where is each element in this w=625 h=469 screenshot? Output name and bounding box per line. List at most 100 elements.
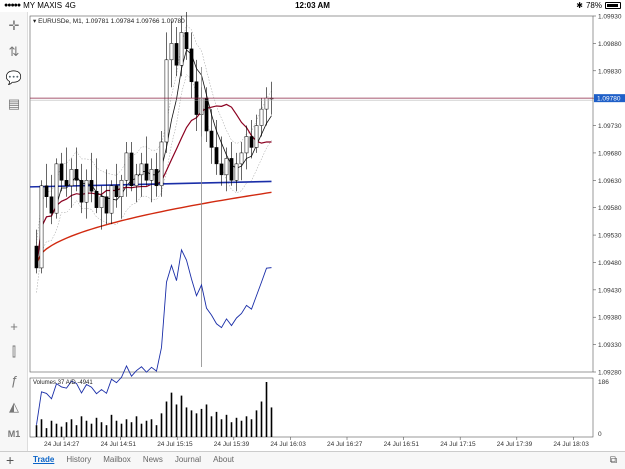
candle-body — [84, 180, 89, 203]
price-tick-label: 1.09380 — [598, 315, 622, 322]
chat-icon[interactable]: 💬 — [4, 69, 24, 87]
chart-header: ▾ EURUSDe, M1, 1.09781 1.09784 1.09766 1… — [33, 18, 185, 25]
tab-news[interactable]: News — [143, 455, 163, 464]
candle-body — [79, 180, 84, 203]
price-tick-label: 1.09680 — [598, 150, 622, 157]
objects-icon[interactable]: ◭ — [4, 398, 24, 416]
candle-body — [209, 130, 214, 148]
current-price-label: 1.09780 — [597, 96, 621, 103]
candle-body — [239, 152, 244, 165]
candle-body — [114, 185, 119, 197]
tab-history[interactable]: History — [66, 455, 91, 464]
tab-journal[interactable]: Journal — [175, 455, 201, 464]
candle-body — [259, 108, 264, 126]
indicator-label: Volumes 37 A/D -4941 — [33, 380, 93, 386]
candle-body — [224, 158, 229, 176]
time-tick-label: 24 Jul 17:39 — [497, 441, 533, 448]
candle-body — [64, 180, 69, 187]
candle-body — [69, 169, 74, 187]
candle-body — [254, 125, 259, 148]
document-icon[interactable]: ▤ — [4, 95, 24, 113]
candle-body — [264, 97, 269, 110]
candle-body — [214, 147, 219, 165]
clock: 12:03 AM — [295, 1, 330, 10]
candle-body — [99, 196, 104, 208]
price-tick-label: 1.09630 — [598, 178, 622, 185]
tab-mailbox[interactable]: Mailbox — [103, 455, 131, 464]
candle-body — [54, 163, 59, 214]
crosshair-tool-icon[interactable]: + — [4, 317, 24, 335]
candle-body — [164, 59, 169, 143]
candle-body — [129, 152, 134, 187]
chart-area[interactable]: 1.09930 1.09880 1.09830 1.09780 1.09730 1.096… — [28, 10, 625, 451]
candle-body — [74, 169, 79, 181]
candle-body — [59, 163, 64, 181]
layout-icon[interactable]: ⧉ — [610, 455, 617, 466]
price-tick-label: 1.09830 — [598, 68, 622, 75]
candle-body — [229, 158, 234, 181]
indicator-min-label: 0 — [598, 431, 602, 438]
candle-body — [89, 180, 94, 192]
time-tick-label: 24 Jul 16:03 — [270, 441, 306, 448]
bottom-tabbar: + Trade History Mailbox News Journal About ⧉ — [0, 451, 625, 469]
candle-body — [244, 136, 249, 154]
candle-body — [249, 136, 254, 148]
battery-icon — [605, 2, 621, 9]
candle-body — [134, 174, 139, 187]
candle-body — [219, 163, 224, 176]
bluetooth-icon: ✱ — [576, 1, 583, 10]
price-tick-label: 1.09880 — [598, 41, 622, 48]
price-tick-label: 1.09480 — [598, 260, 622, 267]
timeframe-icon[interactable]: M1 — [4, 425, 24, 443]
trade-icon[interactable]: ⇅ — [4, 43, 24, 61]
time-tick-label: 24 Jul 17:15 — [440, 441, 476, 448]
candle-body — [49, 196, 54, 214]
candle-body — [149, 169, 154, 181]
function-icon[interactable]: ƒ — [4, 371, 24, 389]
candle-body — [104, 196, 109, 214]
candle-body — [39, 185, 44, 269]
status-bar: ●●●●● MY MAXIS 4G 12:03 AM ✱ 78% — [0, 0, 625, 12]
candles-icon[interactable]: ⫿ — [4, 343, 24, 361]
price-tick-label: 1.09930 — [598, 14, 622, 21]
price-panel — [29, 15, 594, 373]
candle-body — [154, 169, 159, 187]
indicator-max-label: 186 — [598, 379, 609, 386]
battery-percent: 78% — [585, 1, 602, 10]
candle-body — [94, 191, 99, 208]
battery-info: ✱ 78% — [576, 1, 621, 10]
candle-body — [174, 43, 179, 66]
candle-body — [189, 48, 194, 82]
price-tick-label: 1.09330 — [598, 342, 622, 349]
candle-body — [159, 141, 164, 187]
candle-body — [144, 163, 149, 181]
candle-body — [169, 43, 174, 61]
tab-about[interactable]: About — [213, 455, 234, 464]
tab-trade[interactable]: Trade — [33, 455, 54, 464]
crosshair-icon[interactable]: ✛ — [4, 17, 24, 35]
candle-body — [124, 152, 129, 181]
candle-body — [184, 32, 189, 50]
candle-body — [234, 163, 239, 181]
chart-canvas[interactable]: 1.09930 1.09880 1.09830 1.09780 1.09730 1.096… — [28, 10, 625, 451]
left-toolbar: ✛ ⇅ 💬 ▤ + ⫿ ƒ ◭ M1 — [0, 12, 28, 451]
price-tick-label: 1.09730 — [598, 123, 622, 130]
price-tick-label: 1.09280 — [598, 370, 622, 377]
time-tick-label: 24 Jul 16:27 — [327, 441, 363, 448]
price-tick-label: 1.09530 — [598, 233, 622, 240]
volume-panel — [29, 377, 594, 438]
add-icon[interactable]: + — [6, 452, 14, 468]
time-tick-label: 24 Jul 15:39 — [214, 441, 250, 448]
time-tick-label: 24 Jul 16:51 — [384, 441, 420, 448]
price-tick-label: 1.09430 — [598, 287, 622, 294]
candle-body — [139, 163, 144, 176]
candle-body — [204, 97, 209, 132]
time-tick-label: 24 Jul 14:51 — [101, 441, 137, 448]
time-tick-label: 24 Jul 18:03 — [553, 441, 589, 448]
time-tick-label: 24 Jul 14:27 — [44, 441, 80, 448]
time-tick-label: 24 Jul 15:15 — [157, 441, 193, 448]
candle-body — [34, 245, 39, 269]
candle-body — [179, 32, 184, 66]
price-tick-label: 1.09580 — [598, 205, 622, 212]
candle-body — [44, 185, 49, 197]
